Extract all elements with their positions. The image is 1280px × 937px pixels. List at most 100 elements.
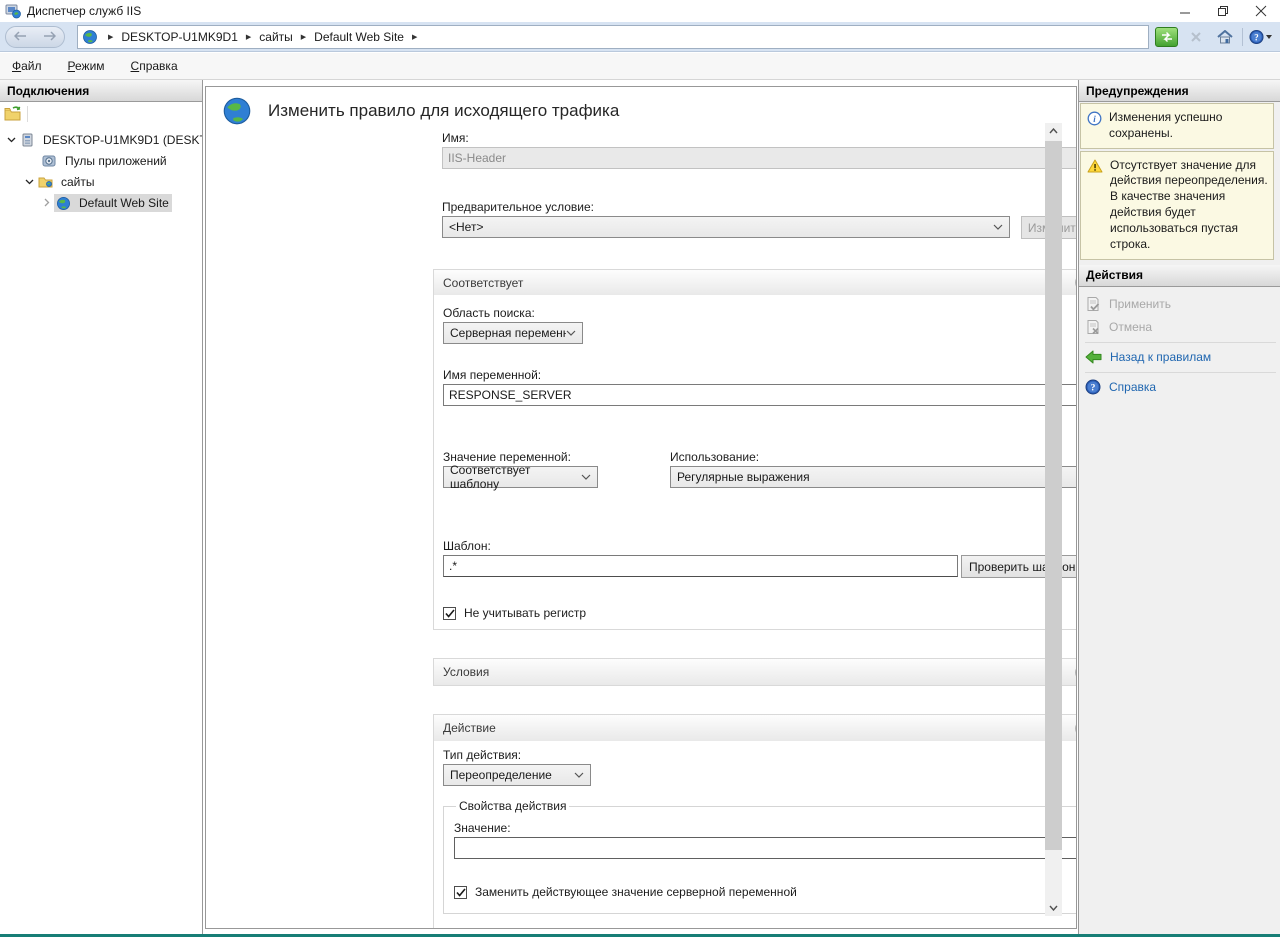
chevron-down-icon bbox=[993, 224, 1003, 230]
conditions-section-header[interactable]: Условия bbox=[434, 659, 1077, 685]
alert-text: Изменения успешно сохранены. bbox=[1109, 110, 1269, 142]
ignore-case-label: Не учитывать регистр bbox=[464, 606, 586, 620]
scope-label: Область поиска: bbox=[443, 306, 1077, 320]
scrollbar-thumb[interactable] bbox=[1045, 141, 1062, 850]
scroll-up-button[interactable] bbox=[1045, 123, 1062, 139]
conditions-section: Условия bbox=[433, 658, 1077, 686]
connections-header: Подключения bbox=[0, 80, 202, 102]
match-section-header[interactable]: Соответствует bbox=[434, 270, 1077, 295]
back-icon bbox=[14, 28, 27, 46]
menu-view[interactable]: Режим bbox=[68, 59, 105, 73]
ignore-case-row: Не учитывать регистр bbox=[443, 606, 1077, 620]
chevron-down-icon bbox=[581, 474, 591, 480]
menu-bar: Файл Режим Справка bbox=[0, 53, 1280, 80]
chevron-down-icon[interactable] bbox=[22, 179, 36, 185]
right-panel: Предупреждения i Изменения успешно сохра… bbox=[1078, 80, 1280, 934]
variable-value-select[interactable]: Соответствует шаблону bbox=[443, 466, 598, 488]
tree-item-sites[interactable]: сайты bbox=[0, 171, 202, 192]
tree-item-app-pools[interactable]: Пулы приложений bbox=[0, 150, 202, 171]
chevron-down-icon bbox=[566, 330, 576, 336]
menu-help[interactable]: Справка bbox=[131, 59, 178, 73]
help-button[interactable]: ? bbox=[1249, 27, 1272, 47]
refresh-button[interactable] bbox=[1155, 27, 1178, 47]
collapse-button[interactable] bbox=[1075, 274, 1077, 291]
variable-name-input[interactable] bbox=[443, 384, 1077, 406]
stop-button bbox=[1184, 27, 1207, 47]
iis-manager-window: Диспетчер служб IIS ▶ DESKTOP-U1MK9D1 ▶ … bbox=[0, 0, 1280, 937]
value-input[interactable] bbox=[454, 837, 1077, 859]
breadcrumb-arrow-icon: ▶ bbox=[412, 33, 417, 41]
breadcrumb-arrow-icon: ▶ bbox=[108, 33, 113, 41]
breadcrumb-server[interactable]: DESKTOP-U1MK9D1 bbox=[121, 30, 237, 44]
window-title: Диспетчер служб IIS bbox=[27, 4, 141, 18]
pattern-input[interactable] bbox=[443, 555, 958, 577]
server-icon bbox=[20, 133, 36, 147]
chevron-right-icon[interactable] bbox=[40, 198, 54, 207]
restore-button[interactable] bbox=[1204, 0, 1242, 22]
help-action[interactable]: ? Справка bbox=[1085, 376, 1276, 399]
replace-row: Заменить действующее значение серверной … bbox=[454, 885, 1077, 899]
expand-button[interactable] bbox=[1075, 664, 1077, 681]
tree-item-label: сайты bbox=[58, 173, 98, 191]
help-icon: ? bbox=[1085, 379, 1101, 395]
close-button[interactable] bbox=[1242, 0, 1280, 22]
menu-file[interactable]: Файл bbox=[12, 59, 42, 73]
divider bbox=[1085, 342, 1276, 343]
using-select[interactable]: Регулярные выражения bbox=[670, 466, 1077, 488]
variable-name-label: Имя переменной: bbox=[443, 368, 1077, 382]
apply-icon bbox=[1085, 296, 1101, 312]
actions-header: Действия bbox=[1079, 265, 1280, 287]
chevron-down-icon bbox=[1049, 905, 1058, 911]
using-label: Использование: bbox=[670, 450, 1077, 464]
action-type-label: Тип действия: bbox=[443, 748, 1077, 762]
collapse-button[interactable] bbox=[1075, 720, 1077, 737]
minimize-button[interactable] bbox=[1166, 0, 1204, 22]
divider bbox=[1085, 372, 1276, 373]
back-to-rules-action[interactable]: Назад к правилам bbox=[1085, 346, 1276, 369]
tree-item-server[interactable]: DESKTOP-U1MK9D1 (DESKTOP bbox=[0, 129, 202, 150]
alert-text: Отсутствует значение для действия переоп… bbox=[1110, 158, 1269, 253]
scope-select[interactable]: Серверная переменн bbox=[443, 322, 583, 344]
actions-list: Применить Отмена Назад к правилам ? Спра… bbox=[1079, 287, 1280, 403]
site-globe-icon bbox=[82, 29, 98, 45]
save-connection-folder-icon[interactable] bbox=[4, 106, 21, 121]
home-button[interactable] bbox=[1213, 27, 1236, 47]
ignore-case-checkbox[interactable] bbox=[443, 607, 456, 620]
toolbar-separator bbox=[27, 106, 28, 122]
content-scrollbar[interactable] bbox=[1045, 123, 1062, 916]
help-caret-icon bbox=[1266, 35, 1272, 39]
tree-item-default-web-site[interactable]: Default Web Site bbox=[0, 192, 202, 213]
cancel-icon bbox=[1085, 319, 1101, 335]
breadcrumb[interactable]: ▶ DESKTOP-U1MK9D1 ▶ сайты ▶ Default Web … bbox=[77, 25, 1149, 49]
connections-toolbar bbox=[0, 102, 202, 125]
value-label: Значение: bbox=[454, 821, 1077, 835]
breadcrumb-default-web-site[interactable]: Default Web Site bbox=[314, 30, 404, 44]
sites-folder-icon bbox=[38, 175, 54, 189]
back-arrow-icon bbox=[1085, 350, 1102, 364]
app-icon bbox=[5, 3, 21, 19]
title-bar: Диспетчер служб IIS bbox=[0, 0, 1280, 22]
action-properties-title: Свойства действия bbox=[456, 799, 569, 813]
check-icon bbox=[456, 888, 466, 897]
feature-page: Изменить правило для исходящего трафика … bbox=[205, 86, 1077, 929]
scroll-down-button[interactable] bbox=[1045, 900, 1062, 916]
name-input bbox=[442, 147, 1077, 169]
precondition-select[interactable]: <Нет> bbox=[442, 216, 1010, 238]
match-section: Соответствует Область поиска: Серверная … bbox=[433, 269, 1077, 630]
action-type-select[interactable]: Переопределение bbox=[443, 764, 591, 786]
globe-icon bbox=[222, 96, 252, 126]
precondition-label: Предварительное условие: bbox=[442, 200, 1077, 214]
chevron-down-icon bbox=[574, 772, 584, 778]
connections-tree: DESKTOP-U1MK9D1 (DESKTOP Пулы приложений… bbox=[0, 129, 202, 213]
chevron-down-icon[interactable] bbox=[4, 137, 18, 143]
breadcrumb-sites[interactable]: сайты bbox=[259, 30, 293, 44]
replace-checkbox[interactable] bbox=[454, 886, 467, 899]
pattern-label: Шаблон: bbox=[443, 539, 1077, 553]
breadcrumb-arrow-icon: ▶ bbox=[246, 33, 251, 41]
action-section: Действие Тип действия: Переопределение С… bbox=[433, 714, 1077, 929]
action-properties-group: Свойства действия Значение: Заменить дей… bbox=[443, 799, 1077, 914]
svg-text:?: ? bbox=[1091, 384, 1096, 394]
warning-icon bbox=[1087, 159, 1103, 253]
tree-item-label: Пулы приложений bbox=[62, 152, 170, 170]
action-section-header[interactable]: Действие bbox=[434, 715, 1077, 741]
